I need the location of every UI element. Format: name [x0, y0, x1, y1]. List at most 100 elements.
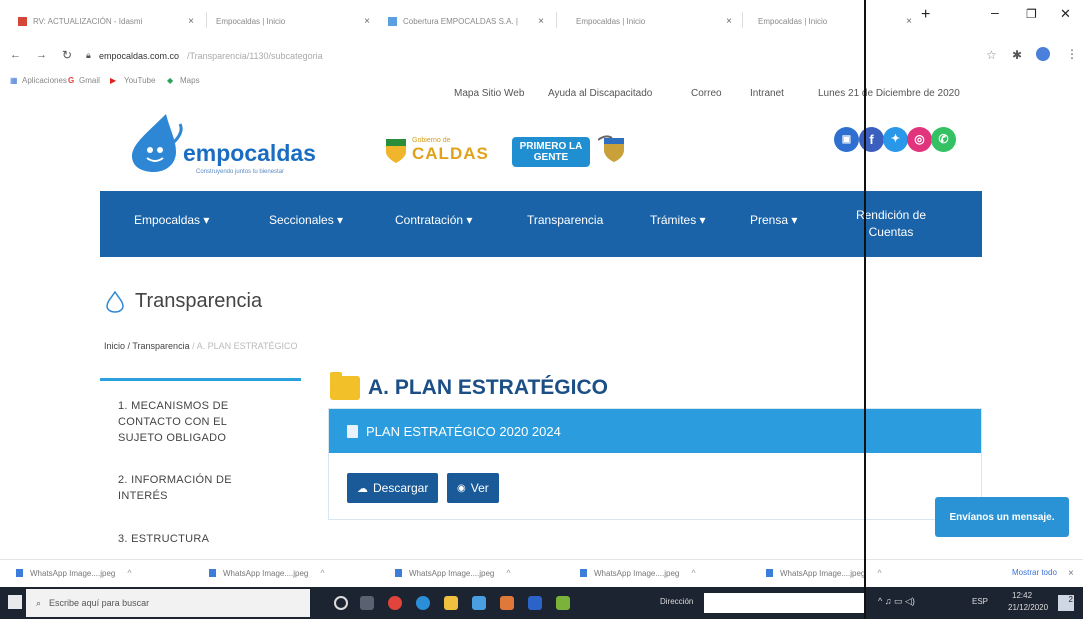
tab-divider	[206, 12, 207, 28]
chevron-up-icon[interactable]: ^	[320, 568, 324, 578]
address-toolbar-input[interactable]	[704, 593, 864, 613]
nav-transparencia[interactable]: Transparencia	[527, 213, 603, 227]
chevron-up-icon[interactable]: ^	[691, 568, 695, 578]
browser-tab-strip: RV: ACTUALIZACIÓN - Idasmi × Empocaldas …	[0, 0, 1083, 40]
nav-tramites[interactable]: Trámites ▾	[650, 213, 706, 227]
windows-start-icon[interactable]	[8, 595, 22, 609]
tab-title: Empocaldas | Inicio	[576, 16, 646, 26]
nav-rendicion-cuentas[interactable]: Rendición de Cuentas	[848, 207, 934, 241]
close-downloads-icon[interactable]: ×	[1068, 568, 1074, 579]
close-icon[interactable]: ×	[726, 16, 732, 27]
chat-widget-button[interactable]: Envíanos un mensaje.	[935, 497, 1069, 537]
task-view-icon[interactable]	[360, 596, 374, 610]
link-intranet[interactable]: Intranet	[750, 88, 784, 99]
sidebar-item-estructura[interactable]: 3. ESTRUCTURA	[118, 531, 268, 547]
view-label: Ver	[470, 481, 489, 495]
star-icon[interactable]: ☆	[986, 48, 997, 62]
browser-tab[interactable]: Empocaldas | Inicio ×	[570, 4, 740, 38]
word-icon[interactable]	[528, 596, 542, 610]
bookmark-youtube[interactable]: YouTube	[124, 76, 155, 85]
page-heading: A. PLAN ESTRATÉGICO	[330, 372, 608, 400]
sidebar-item-informacion[interactable]: 2. INFORMACIÓN DE INTERÉS	[118, 472, 268, 504]
nav-seccionales[interactable]: Seccionales ▾	[269, 213, 343, 227]
chat-social-icon[interactable]: ▣	[834, 127, 859, 152]
main-nav: Empocaldas ▾ Seccionales ▾ Contratación …	[100, 191, 982, 257]
forward-icon[interactable]: →	[36, 49, 47, 61]
download-item[interactable]: WhatsApp Image....jpeg ^	[395, 568, 511, 578]
new-tab-button[interactable]: +	[921, 6, 930, 24]
edge-icon[interactable]	[416, 596, 430, 610]
link-sitemap[interactable]: Mapa Sitio Web	[454, 88, 524, 99]
download-button[interactable]: ☁ Descargar	[347, 473, 439, 503]
url-path[interactable]: /Transparencia/1130/subcategoria	[187, 51, 323, 61]
download-item[interactable]: WhatsApp Image....jpeg ^	[16, 568, 132, 578]
sidebar-item-mecanismos[interactable]: 1. MECANISMOS DE CONTACTO CON EL SUJETO …	[118, 398, 268, 446]
clock-date[interactable]: 21/12/2020	[1008, 603, 1048, 612]
search-icon: ⌕	[36, 597, 42, 608]
tab-title: Empocaldas | Inicio	[758, 16, 828, 26]
view-button[interactable]: ◉ Ver	[447, 473, 499, 503]
breadcrumb-home[interactable]: Inicio	[104, 341, 125, 351]
chevron-up-icon[interactable]: ^	[506, 568, 510, 578]
instagram-icon[interactable]: ◎	[907, 127, 932, 152]
notification-icon[interactable]: 2	[1058, 595, 1074, 611]
download-item[interactable]: WhatsApp Image....jpeg ^	[580, 568, 696, 578]
store-icon[interactable]	[472, 596, 486, 610]
extensions-icon[interactable]: ✱	[1012, 48, 1022, 62]
reload-icon[interactable]: ↻	[62, 48, 72, 62]
nav-prensa[interactable]: Prensa ▾	[750, 213, 797, 227]
url-host[interactable]: empocaldas.com.co	[99, 51, 179, 61]
image-file-icon	[580, 569, 587, 577]
chrome-icon[interactable]	[388, 596, 402, 610]
colombia-coat-of-arms-icon	[598, 135, 624, 162]
taskbar-search[interactable]: ⌕ Escribe aquí para buscar	[26, 589, 310, 617]
scan-artifact-line	[864, 0, 866, 619]
whatsapp-icon[interactable]: ✆	[931, 127, 956, 152]
drop-icon	[106, 290, 124, 313]
close-icon[interactable]: ×	[538, 16, 544, 27]
nav-contratacion[interactable]: Contratación ▾	[395, 213, 472, 227]
breadcrumb-transparencia[interactable]: Transparencia	[132, 341, 189, 351]
browser-tab[interactable]: Cobertura EMPOCALDAS S.A. | ×	[382, 4, 552, 38]
image-file-icon	[766, 569, 773, 577]
browser-tab[interactable]: Empocaldas | Inicio ×	[210, 4, 378, 38]
bookmark-apps[interactable]: Aplicaciones	[22, 76, 67, 85]
maximize-icon[interactable]: ❐	[1026, 7, 1037, 21]
minimize-icon[interactable]: –	[991, 4, 999, 20]
close-icon[interactable]: ×	[906, 16, 912, 27]
twitter-icon[interactable]: ✦	[883, 127, 908, 152]
site-favicon-icon	[388, 16, 397, 26]
image-file-icon	[209, 569, 216, 577]
caldas-label: CALDAS	[412, 144, 489, 163]
menu-icon[interactable]: ⋮	[1066, 47, 1078, 61]
download-filename: WhatsApp Image....jpeg	[409, 568, 495, 578]
cortana-icon[interactable]	[334, 596, 348, 610]
language-indicator[interactable]: ESP	[972, 597, 988, 606]
app-icon[interactable]	[556, 596, 570, 610]
close-icon[interactable]: ×	[188, 16, 194, 27]
download-item[interactable]: WhatsApp Image....jpeg ^	[209, 568, 325, 578]
browser-tab-active[interactable]: Empocaldas | Inicio ×	[752, 4, 924, 38]
link-mail[interactable]: Correo	[691, 88, 722, 99]
page-title: A. PLAN ESTRATÉGICO	[368, 376, 608, 399]
tray-icons[interactable]: ^ ♫ ▭ ◁)	[878, 596, 915, 607]
back-icon[interactable]: ←	[10, 49, 21, 61]
show-all-downloads[interactable]: Mostrar todo	[1012, 568, 1057, 577]
clock-time[interactable]: 12:42	[1012, 591, 1032, 600]
logo-text[interactable]: empocaldas	[183, 140, 316, 167]
bookmark-gmail[interactable]: Gmail	[79, 76, 100, 85]
bookmark-maps[interactable]: Maps	[180, 76, 200, 85]
browser-tab[interactable]: RV: ACTUALIZACIÓN - Idasmi ×	[12, 4, 202, 38]
close-icon[interactable]: ×	[364, 16, 370, 27]
profile-avatar[interactable]	[1036, 47, 1050, 61]
nav-empocaldas[interactable]: Empocaldas ▾	[134, 213, 209, 227]
eye-icon: ◉	[457, 482, 466, 494]
close-window-icon[interactable]: ✕	[1060, 6, 1071, 22]
facebook-icon[interactable]: f	[859, 127, 884, 152]
chevron-up-icon[interactable]: ^	[127, 568, 131, 578]
download-filename: WhatsApp Image....jpeg	[780, 568, 866, 578]
chevron-up-icon[interactable]: ^	[877, 568, 881, 578]
file-explorer-icon[interactable]	[444, 596, 458, 610]
link-accessibility[interactable]: Ayuda al Discapacitado	[548, 88, 652, 99]
app-icon[interactable]	[500, 596, 514, 610]
